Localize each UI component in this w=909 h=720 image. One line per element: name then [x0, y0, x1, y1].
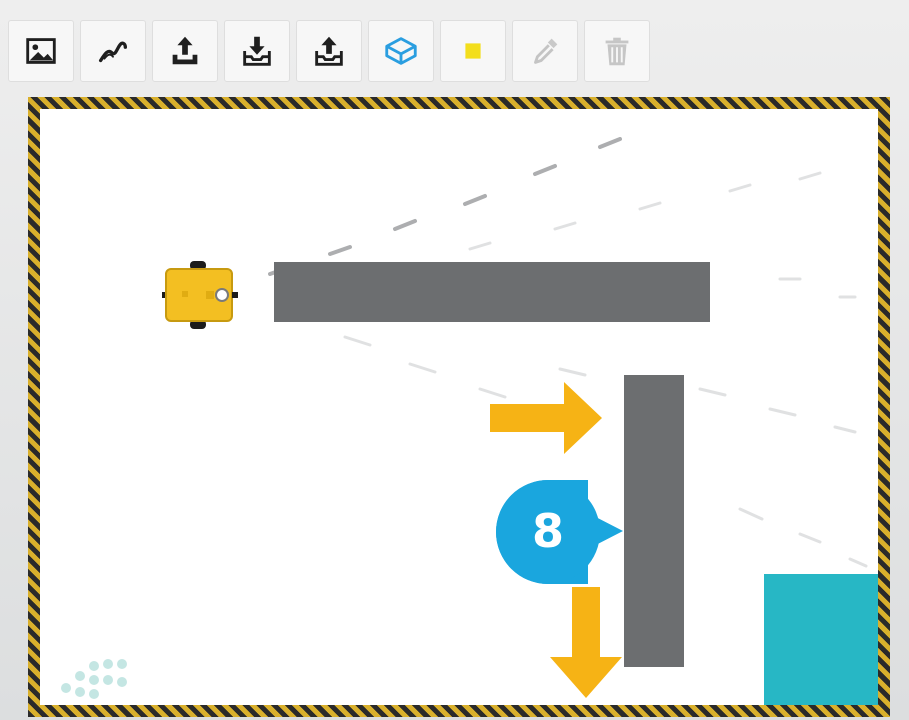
- arena[interactable]: 8: [28, 97, 890, 717]
- goal-zone[interactable]: [764, 574, 878, 705]
- export-icon: [315, 36, 343, 66]
- trash-icon: [605, 37, 629, 66]
- upload-tool[interactable]: [152, 20, 218, 82]
- image-icon: [26, 38, 56, 64]
- toolbar: [8, 20, 888, 82]
- simulator-frame: 8: [0, 0, 909, 720]
- download-icon: [243, 36, 271, 66]
- step-marker[interactable]: 8: [496, 479, 626, 585]
- delete-tool[interactable]: [584, 20, 650, 82]
- obstacle-tool[interactable]: [368, 20, 434, 82]
- vertical-wall[interactable]: [624, 375, 684, 667]
- robot-icon[interactable]: [160, 255, 248, 335]
- horizontal-wall[interactable]: [274, 262, 710, 322]
- color-tool[interactable]: [440, 20, 506, 82]
- box-3d-icon: [385, 37, 417, 65]
- upload-icon: [172, 36, 198, 65]
- right-arrow-icon: [490, 382, 602, 454]
- draw-path-tool[interactable]: [80, 20, 146, 82]
- down-arrow-icon: [550, 587, 622, 698]
- eyedropper-tool[interactable]: [512, 20, 578, 82]
- background-image-tool[interactable]: [8, 20, 74, 82]
- step-marker-label: 8: [531, 504, 564, 558]
- yellow-square-icon: [465, 43, 481, 59]
- download-tool[interactable]: [224, 20, 290, 82]
- path-icon: [98, 41, 128, 63]
- faint-sensor-trails: [268, 137, 868, 589]
- export-tool[interactable]: [296, 20, 362, 82]
- eyedropper-icon: [534, 38, 558, 64]
- corner-dots: [61, 659, 127, 699]
- arena-floor: 8: [40, 109, 878, 705]
